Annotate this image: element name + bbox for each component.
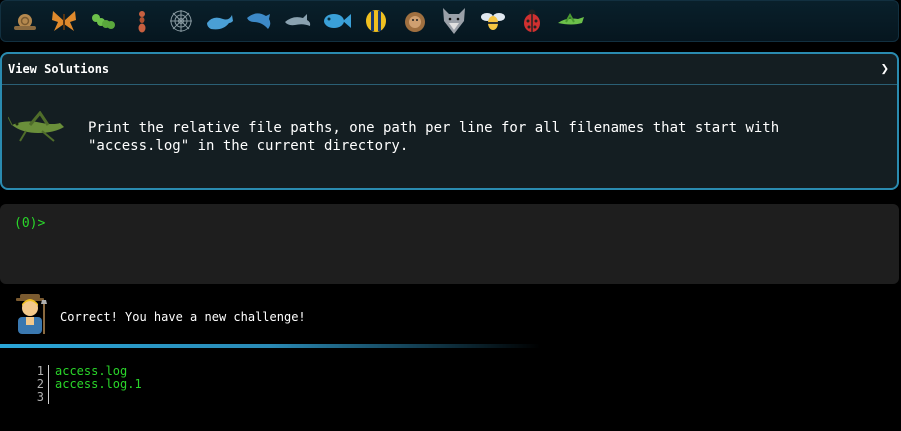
view-solutions-header[interactable]: View Solutions ❯ — [2, 54, 897, 85]
challenge-panel: View Solutions ❯ Print the relative file… — [0, 52, 899, 190]
animal-icon-bar — [0, 0, 899, 42]
dolphin-grey-icon[interactable] — [278, 3, 317, 39]
grasshopper-mascot-icon — [7, 110, 68, 147]
tropical-fish-icon[interactable] — [356, 3, 395, 39]
challenge-text: Print the relative file paths, one path … — [88, 120, 780, 154]
ladybug-icon[interactable] — [512, 3, 551, 39]
bee-icon[interactable] — [473, 3, 512, 39]
butterfly-icon[interactable] — [44, 3, 83, 39]
whale-icon[interactable] — [200, 3, 239, 39]
dolphin-icon[interactable] — [239, 3, 278, 39]
chevron-right-icon[interactable]: ❯ — [881, 61, 891, 77]
wolf-icon[interactable] — [434, 3, 473, 39]
command-output: 1 access.log 2 access.log.1 3 — [30, 365, 142, 404]
hedgehog-icon[interactable] — [395, 3, 434, 39]
output-line: 2 access.log.1 — [30, 378, 142, 391]
feedback-row: Correct! You have a new challenge! — [12, 292, 306, 340]
snail-icon[interactable] — [5, 3, 44, 39]
line-text — [49, 391, 55, 404]
view-solutions-label[interactable]: View Solutions — [8, 62, 109, 76]
ant-icon[interactable] — [122, 3, 161, 39]
output-line: 3 — [30, 391, 142, 404]
line-text: access.log.1 — [55, 377, 142, 391]
line-number: 3 — [30, 391, 49, 404]
grasshopper-icon[interactable] — [551, 3, 590, 39]
challenge-body: Print the relative file paths, one path … — [2, 85, 897, 188]
terminal-prompt: (0)> — [14, 216, 46, 231]
terminal-input[interactable]: (0)> — [0, 204, 899, 284]
caterpillar-icon[interactable] — [83, 3, 122, 39]
spider-web-icon[interactable] — [161, 3, 200, 39]
fish-icon[interactable] — [317, 3, 356, 39]
farmer-avatar-icon — [12, 292, 52, 340]
output-divider — [0, 344, 540, 348]
feedback-message: Correct! You have a new challenge! — [60, 310, 306, 324]
